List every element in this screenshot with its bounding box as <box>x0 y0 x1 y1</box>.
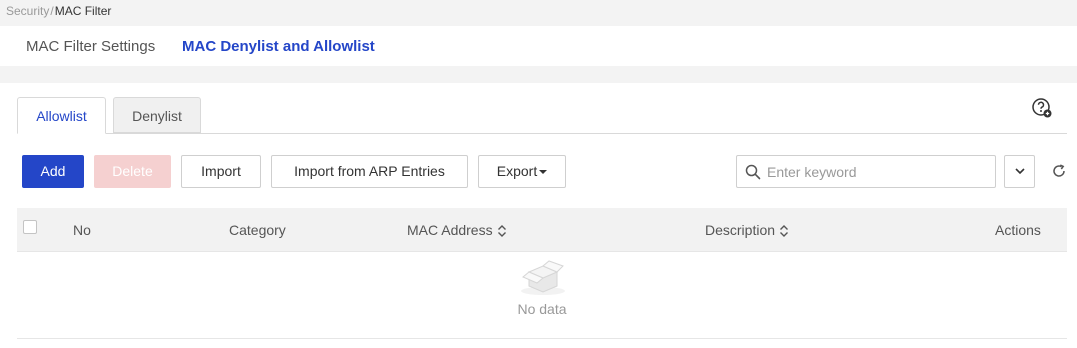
delete-button[interactable]: Delete <box>94 155 171 188</box>
column-no: No <box>73 222 91 238</box>
breadcrumb-mac-filter: MAC Filter <box>54 4 112 18</box>
column-mac-address-label: MAC Address <box>407 222 493 238</box>
column-mac-address[interactable]: MAC Address <box>407 222 507 238</box>
column-description[interactable]: Description <box>705 222 789 238</box>
help-question-icon[interactable] <box>1031 97 1053 119</box>
add-button[interactable]: Add <box>22 155 84 188</box>
select-all-checkbox[interactable] <box>23 220 37 234</box>
search-input[interactable] <box>767 156 987 187</box>
import-from-arp-button[interactable]: Import from ARP Entries <box>271 155 468 188</box>
tab-mac-filter-settings[interactable]: MAC Filter Settings <box>26 38 155 56</box>
tab-denylist[interactable]: Denylist <box>113 97 201 133</box>
table-header: No Category MAC Address Description Acti… <box>17 208 1067 252</box>
chevron-down-icon <box>1015 168 1025 175</box>
breadcrumb: Security/MAC Filter <box>6 4 111 18</box>
top-nav: MAC Filter Settings MAC Denylist and All… <box>0 26 1077 66</box>
breadcrumb-separator: / <box>50 4 54 18</box>
search-icon <box>745 164 761 180</box>
tab-allowlist[interactable]: Allowlist <box>17 97 106 134</box>
export-label: Export <box>496 163 538 179</box>
search-options-dropdown[interactable] <box>1004 155 1035 188</box>
sort-icon[interactable] <box>779 224 789 238</box>
column-actions: Actions <box>995 222 1041 238</box>
search-box <box>736 155 996 188</box>
column-description-label: Description <box>705 222 776 238</box>
column-category: Category <box>229 222 286 238</box>
refresh-icon[interactable] <box>1051 163 1067 179</box>
breadcrumb-security[interactable]: Security <box>6 4 49 18</box>
list-type-tabs: Allowlist Denylist <box>17 97 1067 134</box>
sort-icon[interactable] <box>497 224 507 238</box>
import-button[interactable]: Import <box>181 155 261 188</box>
caret-down-icon <box>539 170 548 175</box>
main-panel: Allowlist Denylist Add Delete Import Imp… <box>0 83 1077 348</box>
tab-mac-denylist-allowlist[interactable]: MAC Denylist and Allowlist <box>182 38 375 56</box>
empty-box-icon <box>521 260 565 295</box>
empty-state: No data <box>17 252 1067 339</box>
no-data-text: No data <box>517 301 567 317</box>
export-dropdown-button[interactable]: Export <box>478 155 566 188</box>
